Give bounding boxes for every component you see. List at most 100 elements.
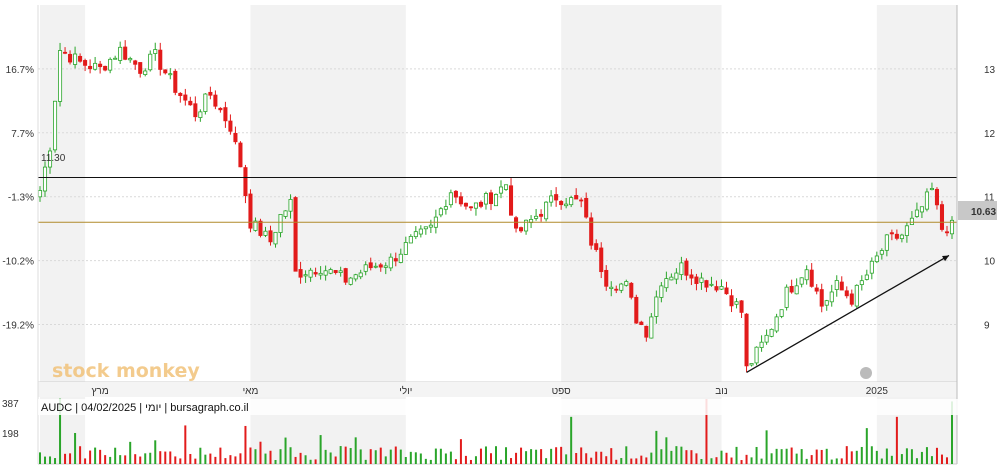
percent-tick-label: -19.2%: [2, 320, 34, 331]
candle-up: [363, 264, 368, 272]
volume-bar: [495, 446, 497, 464]
candle-up: [879, 250, 884, 255]
volume-bar: [369, 449, 372, 464]
candle-up: [544, 201, 549, 220]
volume-bar: [454, 459, 457, 464]
candle-up: [373, 265, 378, 268]
volume-bar: [289, 447, 292, 464]
volume-bar: [249, 447, 252, 464]
volume-bar: [530, 449, 533, 464]
volume-bar: [324, 449, 327, 464]
candle-up: [328, 269, 333, 274]
volume-bar: [279, 449, 282, 464]
volume-bar: [935, 447, 938, 464]
candle-up: [203, 93, 208, 112]
volume-bar: [880, 458, 883, 464]
volume-bar: [845, 446, 848, 464]
volume-bar: [890, 455, 893, 464]
candle-up: [423, 226, 428, 230]
candle-up: [42, 166, 48, 192]
volume-bar: [700, 458, 703, 464]
volume-bar: [304, 455, 307, 464]
candle-up: [303, 274, 308, 277]
volume-bar: [895, 416, 898, 464]
volume-bar: [695, 453, 698, 464]
candle-up: [168, 73, 173, 76]
candle-down: [614, 288, 619, 291]
volume-bar: [715, 457, 718, 464]
volume-bar: [339, 446, 342, 464]
volume-bar: [204, 454, 207, 464]
volume-bar: [149, 452, 152, 464]
volume-bar: [620, 458, 623, 464]
volume-bar: [474, 456, 477, 464]
candle-up: [699, 277, 704, 283]
candle-down: [98, 63, 103, 68]
candle-up: [383, 265, 388, 268]
volume-bar: [510, 458, 513, 464]
candle-down: [268, 230, 273, 243]
candle-down: [208, 91, 213, 96]
candle-down: [453, 190, 458, 198]
volume-bar: [159, 451, 162, 464]
candle-down: [83, 60, 88, 66]
date-tick-label: 2025: [866, 386, 889, 397]
volume-bar: [434, 448, 437, 464]
volume-bar: [680, 446, 683, 464]
volume-bar: [69, 453, 72, 464]
candle-up: [924, 191, 929, 210]
percent-tick-label: 16.7%: [6, 65, 34, 76]
volume-bar: [575, 452, 578, 464]
candle-up: [428, 224, 433, 228]
last-price-badge: 10.63: [958, 201, 997, 220]
candle-down: [133, 60, 138, 65]
volume-bar: [154, 440, 157, 464]
candle-down: [519, 227, 524, 232]
candle-up: [283, 210, 288, 217]
volume-bar: [334, 456, 337, 464]
candle-up: [679, 262, 684, 276]
candle-up: [784, 286, 789, 308]
volume-bar: [840, 458, 843, 464]
last-price-label: 10.63: [971, 207, 996, 218]
candle-down: [258, 220, 263, 236]
volume-bar: [264, 453, 267, 464]
volume-bar: [850, 451, 853, 464]
volume-bar: [630, 458, 633, 464]
volume-bar: [229, 455, 232, 464]
volume-bar: [194, 458, 197, 464]
candle-down: [368, 262, 373, 269]
volume-bar: [925, 447, 928, 464]
volume-bar: [199, 447, 202, 464]
candle-down: [744, 313, 749, 367]
candle-down: [138, 62, 143, 74]
volume-bar: [720, 450, 723, 464]
candle-up: [874, 255, 879, 263]
volume-bar: [354, 437, 357, 464]
candle-down: [293, 197, 298, 272]
candle-up: [804, 269, 809, 281]
candle-up: [834, 280, 839, 290]
volume-bar: [900, 454, 903, 464]
candle-up: [118, 46, 123, 61]
volume-bar: [685, 450, 688, 464]
candle-down: [88, 65, 93, 70]
volume-bar: [520, 447, 523, 464]
candle-up: [564, 203, 569, 207]
volume-bar: [129, 441, 132, 464]
candle-down: [248, 193, 253, 229]
candle-up: [93, 62, 98, 70]
candle-up: [413, 231, 418, 238]
candle-up: [53, 100, 58, 151]
date-tick-label: יולי: [399, 385, 412, 397]
candle-up: [263, 230, 268, 236]
volume-bar: [459, 439, 462, 464]
candle-up: [899, 234, 904, 240]
candle-down: [68, 53, 73, 63]
volume-bar: [49, 456, 52, 464]
volume-bar: [424, 458, 427, 464]
volume-bar: [64, 453, 67, 464]
volume-bar: [294, 456, 297, 464]
candle-down: [554, 194, 559, 201]
volume-bar: [444, 453, 447, 464]
